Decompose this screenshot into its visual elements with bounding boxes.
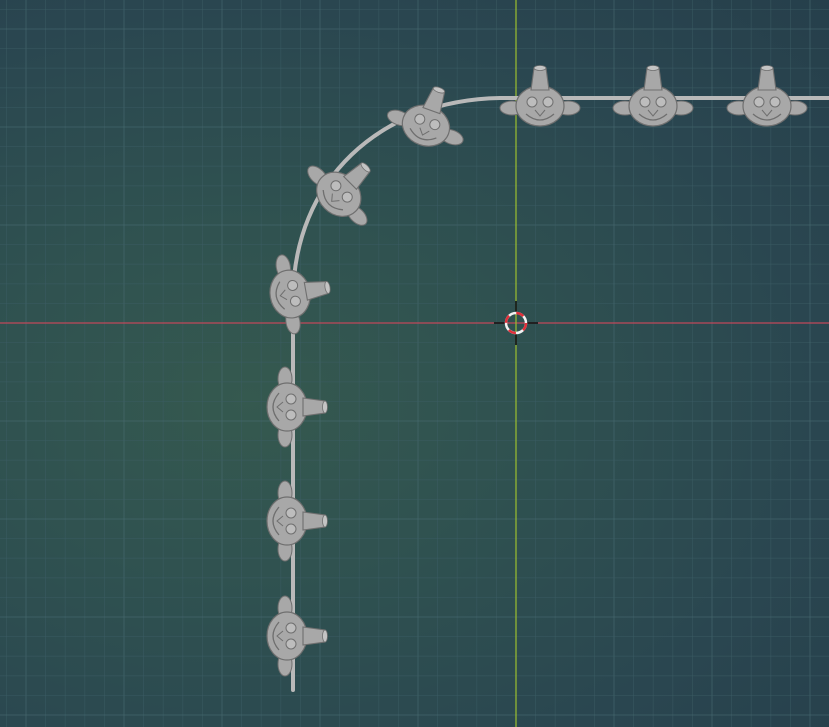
scene-canvas[interactable] — [0, 0, 829, 727]
monkey-mesh[interactable] — [612, 65, 694, 127]
monkey-mesh[interactable] — [499, 65, 581, 127]
monkey-mesh[interactable] — [296, 137, 395, 236]
monkey-mesh[interactable] — [266, 366, 328, 448]
monkey-mesh[interactable] — [266, 595, 328, 677]
monkey-mesh[interactable] — [266, 480, 328, 562]
bezier-curve[interactable] — [291, 96, 829, 692]
monkey-mesh[interactable] — [726, 65, 808, 127]
monkey-mesh[interactable] — [382, 74, 478, 158]
3d-viewport[interactable] — [0, 0, 829, 727]
